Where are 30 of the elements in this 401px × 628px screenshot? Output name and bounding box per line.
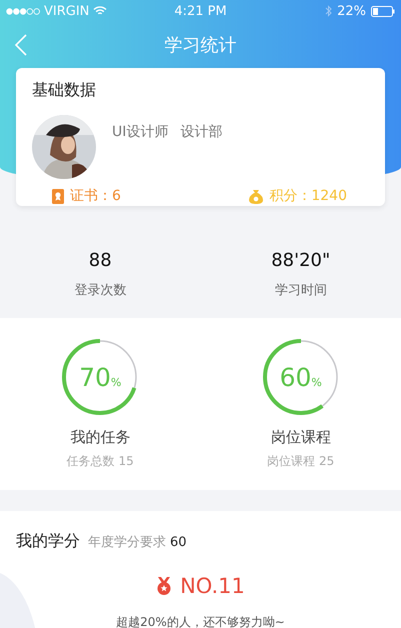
progress-subtitle: 岗位课程 25 — [267, 453, 334, 470]
wifi-icon — [93, 6, 108, 16]
signal-icon — [6, 8, 40, 14]
progress-title: 我的任务 — [70, 428, 130, 447]
rank-number: NO.11 — [180, 574, 245, 598]
bluetooth-icon — [325, 5, 332, 17]
rank-message: 超越20%的人，还不够努力呦~ — [115, 614, 286, 628]
back-icon[interactable] — [14, 34, 28, 56]
card-title: 基础数据 — [32, 80, 97, 101]
battery-icon — [371, 6, 396, 16]
requirement-label: 年度学分要求 — [88, 534, 166, 551]
stat-label: 学习时间 — [274, 282, 327, 299]
job-title: UI设计师 — [112, 123, 168, 142]
certificate-icon — [52, 188, 64, 204]
battery-percent: 22% — [337, 4, 366, 18]
stat-value: 88'20" — [271, 250, 330, 271]
page-title: 学习统计 — [164, 34, 236, 57]
certificate-count: 证书：6 — [70, 187, 121, 205]
money-bag-icon — [249, 188, 264, 204]
progress-title: 岗位课程 — [270, 428, 331, 447]
requirement-value: 60 — [170, 535, 187, 550]
clock-time: 4:21 PM — [174, 4, 227, 18]
medal-icon — [156, 577, 172, 595]
progress-subtitle: 任务总数 15 — [66, 453, 134, 470]
carrier-name: VIRGIN — [44, 4, 90, 18]
stat-value: 88 — [88, 250, 112, 271]
points-count: 积分：1240 — [269, 187, 347, 205]
section-title: 我的学分 — [16, 531, 80, 552]
department: 设计部 — [180, 123, 222, 142]
stat-label: 登录次数 — [74, 282, 126, 299]
